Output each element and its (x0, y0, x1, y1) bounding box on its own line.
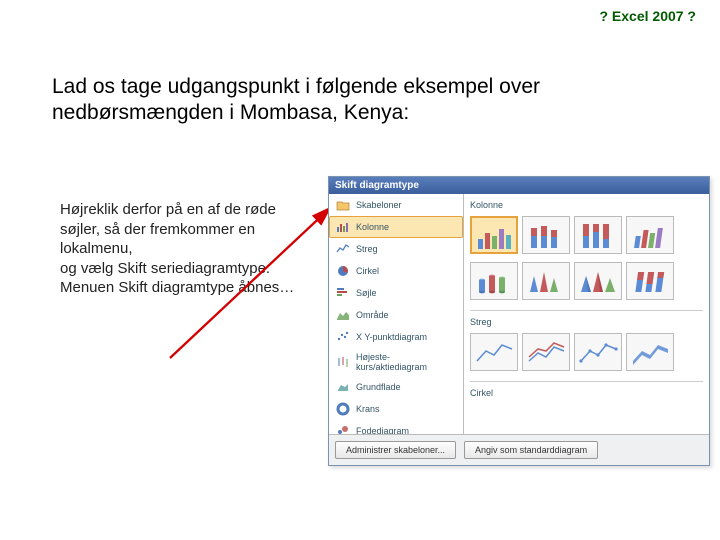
chart-thumb-clustered-column[interactable] (470, 216, 518, 254)
instruction-line1: Højreklik derfor på en af de røde søjler… (60, 201, 276, 257)
folder-icon (336, 198, 350, 212)
nav-item-surface[interactable]: Grundflade (329, 376, 463, 398)
line-chart-icon (336, 242, 350, 256)
change-chart-type-dialog: Skift diagramtype Skabeloner Kolonne Str… (328, 176, 710, 466)
gallery-label: Kolonne (470, 198, 703, 212)
chart-thumb-stacked-column[interactable] (522, 216, 570, 254)
nav-item-bubble[interactable]: Fodediagram (329, 420, 463, 434)
set-default-chart-button[interactable]: Angiv som standarddiagram (464, 441, 598, 459)
pie-chart-icon (336, 264, 350, 278)
nav-item-bar[interactable]: Søjle (329, 282, 463, 304)
nav-item-templates[interactable]: Skabeloner (329, 194, 463, 216)
nav-label: Fodediagram (356, 426, 409, 434)
column-chart-icon (336, 220, 350, 234)
gallery-section-column: Kolonne (470, 198, 703, 304)
nav-item-pie[interactable]: Cirkel (329, 260, 463, 282)
area-chart-icon (336, 308, 350, 322)
nav-label: X Y-punktdiagram (356, 332, 427, 342)
chart-thumb-line-markers[interactable] (574, 333, 622, 371)
chart-type-nav: Skabeloner Kolonne Streg Cirkel (329, 194, 464, 434)
gallery-divider (470, 310, 703, 311)
chart-thumb-line[interactable] (470, 333, 518, 371)
nav-label: Grundflade (356, 382, 401, 392)
nav-label: Område (356, 310, 389, 320)
instruction-block: Højreklik derfor på en af de røde søjler… (60, 200, 300, 298)
chart-thumb-3d-stacked-column-alt[interactable] (626, 262, 674, 300)
scatter-chart-icon (336, 330, 350, 344)
nav-label: Højeste-kurs/aktiediagram (356, 352, 456, 372)
bubble-chart-icon (336, 424, 350, 434)
instruction-line2: og vælg Skift seriediagramtype. (60, 260, 270, 277)
chart-gallery: Kolonne (464, 194, 709, 434)
nav-item-xy[interactable]: X Y-punktdiagram (329, 326, 463, 348)
nav-label: Streg (356, 244, 378, 254)
instruction-line3: Menuen Skift diagramtype åbnes… (60, 279, 294, 296)
dialog-titlebar: Skift diagramtype (329, 177, 709, 194)
chart-thumb-3d-clustered-cylinder[interactable] (470, 262, 518, 300)
gallery-label: Cirkel (470, 386, 703, 400)
manage-templates-button[interactable]: Administrer skabeloner... (335, 441, 456, 459)
gallery-divider (470, 381, 703, 382)
nav-item-column[interactable]: Kolonne (329, 216, 463, 238)
nav-label: Cirkel (356, 266, 379, 276)
doughnut-chart-icon (336, 402, 350, 416)
nav-item-doughnut[interactable]: Krans (329, 398, 463, 420)
bar-chart-icon (336, 286, 350, 300)
nav-item-line[interactable]: Streg (329, 238, 463, 260)
chart-thumb-100-stacked-column[interactable] (574, 216, 622, 254)
chart-thumb-3d-line[interactable] (626, 333, 674, 371)
chart-thumb-3d-column[interactable] (626, 216, 674, 254)
chart-thumb-3d-pyramid[interactable] (574, 262, 622, 300)
intro-text: Lad os tage udgangspunkt i følgende ekse… (52, 74, 612, 127)
nav-item-area[interactable]: Område (329, 304, 463, 326)
gallery-label: Streg (470, 315, 703, 329)
nav-item-stock[interactable]: Højeste-kurs/aktiediagram (329, 348, 463, 376)
nav-label: Krans (356, 404, 380, 414)
surface-chart-icon (336, 380, 350, 394)
gallery-section-pie: Cirkel (470, 386, 703, 400)
nav-label: Søjle (356, 288, 377, 298)
nav-label: Skabeloner (356, 200, 402, 210)
nav-label: Kolonne (356, 222, 389, 232)
chart-thumb-3d-cone[interactable] (522, 262, 570, 300)
dialog-footer: Administrer skabeloner... Angiv som stan… (329, 434, 709, 465)
gallery-section-line: Streg (470, 315, 703, 375)
page-header: ? Excel 2007 ? (599, 8, 696, 24)
chart-thumb-stacked-line[interactable] (522, 333, 570, 371)
stock-chart-icon (336, 355, 350, 369)
